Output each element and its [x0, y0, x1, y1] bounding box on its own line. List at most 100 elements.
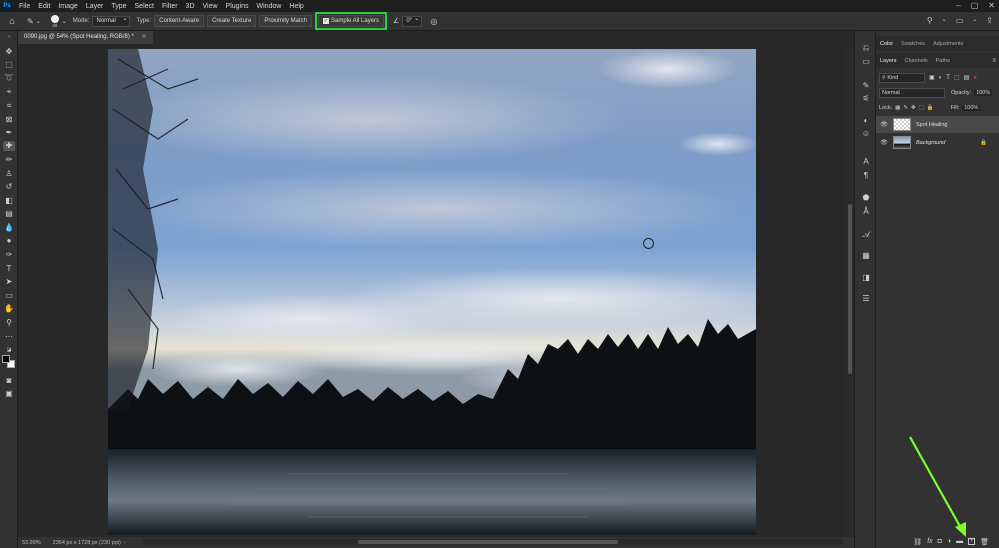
glyphs-icon[interactable]: Å	[860, 207, 872, 217]
menu-layer[interactable]: Layer	[82, 3, 108, 10]
mode-select[interactable]: Normal	[92, 15, 131, 27]
frame-tool-icon[interactable]: ⊠	[3, 115, 15, 125]
quick-mask-icon[interactable]: ◙	[3, 376, 15, 386]
foreground-color-swatch[interactable]	[2, 355, 10, 363]
home-icon[interactable]: ⌂	[5, 16, 19, 26]
menu-plugins[interactable]: Plugins	[222, 3, 253, 10]
zoom-level[interactable]: 53.99%	[22, 540, 41, 546]
learn-icon[interactable]: ◐	[860, 116, 872, 126]
menu-type[interactable]: Type	[107, 3, 130, 10]
close-tab-icon[interactable]: ✕	[142, 34, 147, 40]
crop-tool-icon[interactable]: ⌗	[3, 101, 15, 111]
lock-artboard-icon[interactable]: ⬚	[919, 105, 924, 111]
search-icon[interactable]: ⚲	[927, 16, 933, 25]
pressure-size-icon[interactable]: ◎	[430, 17, 437, 26]
adjust-icon[interactable]: ☰	[860, 294, 872, 304]
rectangle-tool-icon[interactable]: ▭	[3, 291, 15, 301]
menu-filter[interactable]: Filter	[158, 3, 182, 10]
type-tool-icon[interactable]: T	[3, 264, 15, 274]
zoom-tool-icon[interactable]: ⚲	[3, 318, 15, 328]
maximize-icon[interactable]: ▢	[971, 1, 979, 10]
link-layers-icon[interactable]: ⛓	[913, 538, 922, 546]
layer-mask-icon[interactable]: ◘	[938, 538, 942, 545]
create-texture-button[interactable]: Create Texture	[207, 15, 257, 27]
proximity-match-button[interactable]: Proximity Match	[259, 15, 312, 27]
document-image[interactable]	[108, 49, 756, 535]
menu-edit[interactable]: Edit	[34, 3, 54, 10]
eyedropper-tool-icon[interactable]: ✒	[3, 128, 15, 138]
workspace-icon[interactable]: ▭	[956, 16, 964, 25]
character-icon[interactable]: A	[860, 157, 872, 167]
panel-menu-icon[interactable]: ≡	[992, 58, 996, 64]
document-info[interactable]: 2364 px x 1728 px (230 ppi)	[53, 540, 121, 546]
grid-icon[interactable]: ▦	[860, 251, 872, 261]
adjustment-filter-icon[interactable]: ◐	[939, 75, 943, 81]
chevron-down-icon[interactable]: ⌄	[972, 16, 977, 25]
layer-row-background[interactable]: 👁 Background 🔒	[876, 134, 999, 151]
tab-swatches[interactable]: Swatches	[897, 41, 929, 47]
tab-channels[interactable]: Channels	[901, 58, 932, 64]
hand-tool-icon[interactable]: ✋	[3, 304, 15, 314]
comments-icon[interactable]: ▭	[860, 57, 872, 67]
chevron-down-icon[interactable]: ⌄	[36, 18, 41, 25]
group-folder-icon[interactable]: ▬	[956, 538, 963, 545]
smart-object-filter-icon[interactable]: ▤	[964, 74, 970, 81]
filter-toggle-icon[interactable]: ●	[973, 75, 977, 81]
marquee-tool-icon[interactable]: ⬚	[3, 60, 15, 70]
new-layer-icon[interactable]: +	[968, 538, 976, 545]
more-tools-icon[interactable]: ⋯	[3, 332, 15, 342]
horizontal-scrollbar[interactable]	[143, 539, 843, 545]
layer-row-spot-healing[interactable]: 👁 Spot Healing	[876, 116, 999, 133]
brush-size-picker[interactable]: 40	[50, 14, 59, 28]
brush-tool-icon[interactable]: ✏	[3, 155, 15, 165]
minimize-icon[interactable]: –	[956, 1, 960, 10]
path-selection-tool-icon[interactable]: ➤	[3, 277, 15, 287]
menu-image[interactable]: Image	[54, 3, 81, 10]
collapse-toolbar-icon[interactable]: «	[3, 32, 15, 42]
lasso-tool-icon[interactable]: ➰	[3, 73, 15, 83]
spot-healing-tool-icon[interactable]: ✚	[3, 141, 15, 151]
stamp-tool-icon[interactable]: ♙	[3, 169, 15, 179]
vertical-scroll-thumb[interactable]	[848, 204, 852, 374]
chevron-down-icon[interactable]: ⌄	[62, 18, 67, 25]
menu-view[interactable]: View	[199, 3, 222, 10]
menu-file[interactable]: File	[15, 3, 34, 10]
tab-layers[interactable]: Layers	[876, 58, 901, 64]
menu-3d[interactable]: 3D	[182, 3, 199, 10]
share-icon[interactable]: ⇪	[986, 16, 993, 25]
menu-window[interactable]: Window	[253, 3, 286, 10]
pixel-filter-icon[interactable]: ▣	[929, 74, 935, 81]
type-filter-icon[interactable]: T	[946, 75, 950, 81]
history-icon[interactable]: ⎌	[860, 43, 872, 53]
pen-tool-icon[interactable]: ✑	[3, 250, 15, 260]
horizontal-scroll-thumb[interactable]	[358, 540, 618, 544]
eraser-tool-icon[interactable]: ◧	[3, 196, 15, 206]
opacity-value[interactable]: 100%	[974, 89, 993, 96]
lock-position-icon[interactable]: ✥	[911, 105, 916, 111]
shapes-icon[interactable]: ⬟	[860, 193, 872, 203]
spot-healing-preset-icon[interactable]: ✎	[27, 17, 34, 26]
move-tool-icon[interactable]: ✥	[3, 47, 15, 57]
menu-select[interactable]: Select	[131, 3, 158, 10]
fx-icon[interactable]: fx	[927, 538, 932, 545]
chevron-right-icon[interactable]: ›	[124, 540, 126, 546]
blend-mode-select[interactable]: Normal	[879, 87, 945, 98]
angle-input[interactable]: 0°	[402, 15, 423, 27]
tab-paths[interactable]: Paths	[932, 58, 954, 64]
blur-tool-icon[interactable]: 💧	[3, 223, 15, 233]
content-aware-button[interactable]: Content-Aware	[154, 15, 205, 27]
tab-adjustments[interactable]: Adjustments	[929, 41, 967, 47]
dodge-tool-icon[interactable]: ●	[3, 236, 15, 246]
tab-color[interactable]: Color	[876, 41, 897, 47]
visibility-eye-icon[interactable]: 👁	[880, 139, 888, 146]
close-icon[interactable]: ✕	[988, 1, 995, 10]
default-colors-icon[interactable]: ◪	[3, 345, 15, 355]
screen-mode-icon[interactable]: ▣	[3, 389, 15, 399]
fill-value[interactable]: 100%	[962, 104, 981, 111]
lock-all-icon[interactable]: 🔒	[927, 105, 934, 111]
gradients-icon[interactable]: ◨	[860, 273, 872, 283]
chevron-down-icon[interactable]: ⌄	[942, 16, 947, 25]
brush-settings-icon[interactable]: ✎	[860, 81, 872, 91]
vertical-scrollbar[interactable]	[846, 44, 854, 537]
menu-help[interactable]: Help	[285, 3, 307, 10]
